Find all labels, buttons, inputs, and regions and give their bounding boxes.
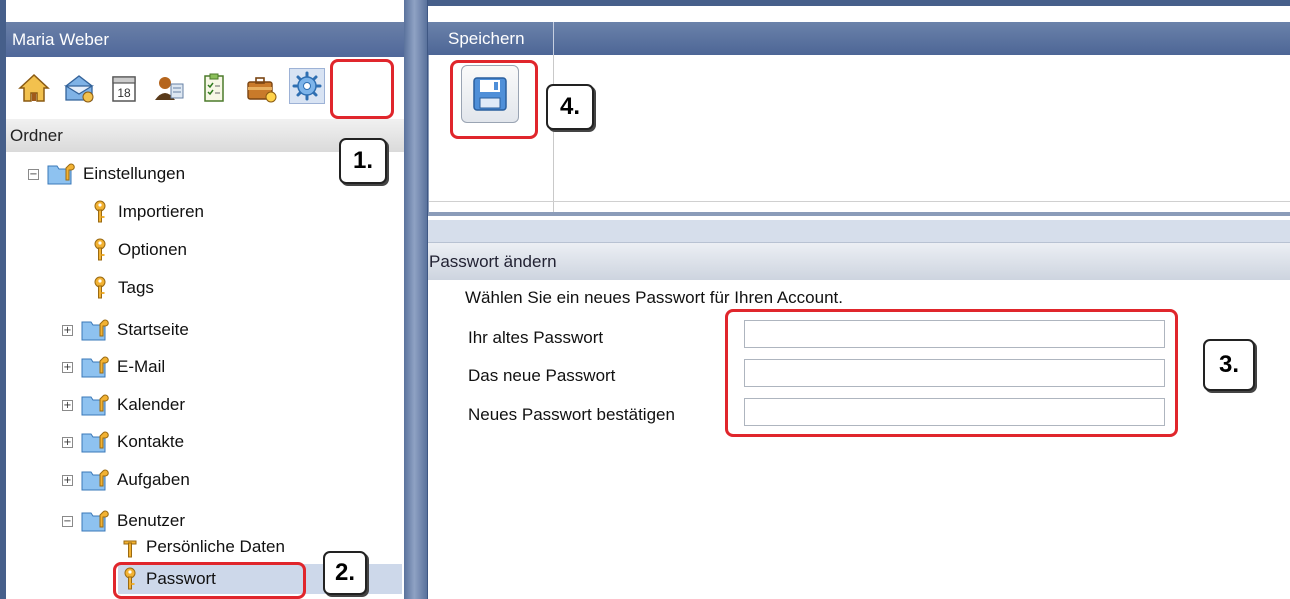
- old-password-input[interactable]: [744, 320, 1165, 348]
- step-badge-1: 1.: [339, 138, 387, 184]
- settings-folder-icon: [81, 467, 111, 493]
- tree-item-importieren[interactable]: Importieren: [92, 194, 204, 230]
- user-name-bar: Maria Weber: [6, 22, 404, 57]
- module-bar: 18: [6, 60, 404, 118]
- expand-icon[interactable]: +: [62, 436, 73, 448]
- toolbar-body: [428, 55, 1290, 216]
- toolbar-tab-speichern[interactable]: Speichern: [428, 22, 554, 55]
- tree-label: Persönliche Daten: [146, 537, 285, 556]
- tree-label: E-Mail: [117, 357, 166, 376]
- settings-folder-icon: [81, 508, 111, 534]
- password-panel-header: Passwort ändern: [428, 242, 1290, 280]
- confirm-password-label: Neues Passwort bestätigen: [468, 405, 675, 424]
- tree-item-persoenliche-daten[interactable]: Persönliche Daten: [122, 531, 285, 563]
- floppy-disk-icon: [473, 77, 507, 111]
- key-icon: [122, 566, 138, 592]
- tree-label: Startseite: [117, 320, 189, 339]
- toolbar-divider: [429, 201, 1290, 202]
- briefcase-icon[interactable]: [243, 70, 279, 106]
- tree-item-tags[interactable]: Tags: [92, 270, 154, 306]
- confirm-password-input[interactable]: [744, 398, 1165, 426]
- window-top-edge: [428, 0, 1290, 6]
- tree-label: Kontakte: [117, 432, 185, 451]
- calendar-icon[interactable]: 18: [106, 70, 142, 106]
- toolbar-header: Speichern: [428, 22, 1290, 55]
- expand-icon[interactable]: +: [62, 474, 73, 486]
- tree-label: Optionen: [118, 240, 187, 259]
- new-password-input[interactable]: [744, 359, 1165, 387]
- tree-label: Importieren: [118, 202, 204, 221]
- password-panel-body: Wählen Sie ein neues Passwort für Ihren …: [428, 280, 1290, 599]
- new-password-label: Das neue Passwort: [468, 366, 616, 385]
- password-panel-title: Passwort ändern: [429, 252, 557, 271]
- toolbar-divider: [553, 55, 554, 212]
- panel-gap: [428, 220, 1290, 242]
- settings-folder-icon: [81, 317, 111, 343]
- folder-tree: − Einstellungen Importieren Optionen Tag…: [6, 156, 404, 599]
- mail-icon[interactable]: [61, 70, 97, 106]
- tree-label: Einstellungen: [83, 164, 186, 183]
- password-intro-text: Wählen Sie ein neues Passwort für Ihren …: [465, 288, 843, 307]
- settings-folder-icon: [81, 429, 111, 455]
- step-badge-4: 4.: [546, 84, 594, 130]
- tree-item-einstellungen[interactable]: − Einstellungen: [28, 156, 185, 192]
- tree-item-startseite[interactable]: + Startseite: [62, 312, 189, 348]
- expand-icon[interactable]: +: [62, 361, 73, 373]
- user-name: Maria Weber: [12, 30, 109, 49]
- tree-item-kalender[interactable]: + Kalender: [62, 387, 185, 423]
- expand-icon[interactable]: +: [62, 324, 73, 336]
- svg-text:18: 18: [117, 86, 131, 100]
- collapse-icon[interactable]: −: [28, 168, 39, 180]
- settings-folder-icon: [47, 161, 77, 187]
- tree-label: Tags: [118, 278, 154, 297]
- tree-item-aufgaben[interactable]: + Aufgaben: [62, 462, 190, 498]
- folder-header-label: Ordner: [10, 126, 63, 145]
- settings-folder-icon: [81, 354, 111, 380]
- toolbar-tab-label: Speichern: [448, 29, 525, 48]
- key-icon: [122, 534, 138, 560]
- collapse-icon[interactable]: −: [62, 515, 73, 527]
- key-icon: [92, 275, 108, 301]
- tree-label: Aufgaben: [117, 470, 190, 489]
- tree-label: Kalender: [117, 395, 186, 414]
- tree-item-email[interactable]: + E-Mail: [62, 349, 165, 385]
- settings-folder-icon: [81, 392, 111, 418]
- contacts-icon[interactable]: [151, 70, 187, 106]
- save-button[interactable]: [461, 65, 519, 123]
- expand-icon[interactable]: +: [62, 399, 73, 411]
- old-password-label: Ihr altes Passwort: [468, 328, 604, 347]
- pane-splitter[interactable]: [404, 0, 428, 599]
- tree-item-optionen[interactable]: Optionen: [92, 232, 187, 268]
- settings-gear-icon[interactable]: [289, 68, 325, 104]
- tree-label: Passwort: [146, 569, 216, 588]
- key-icon: [92, 199, 108, 225]
- tree-item-kontakte[interactable]: + Kontakte: [62, 424, 184, 460]
- home-icon[interactable]: [16, 70, 52, 106]
- tasks-icon[interactable]: [196, 70, 232, 106]
- step-badge-2: 2.: [323, 551, 367, 595]
- key-icon: [92, 237, 108, 263]
- step-badge-3: 3.: [1203, 339, 1255, 391]
- tree-label: Benutzer: [117, 511, 186, 530]
